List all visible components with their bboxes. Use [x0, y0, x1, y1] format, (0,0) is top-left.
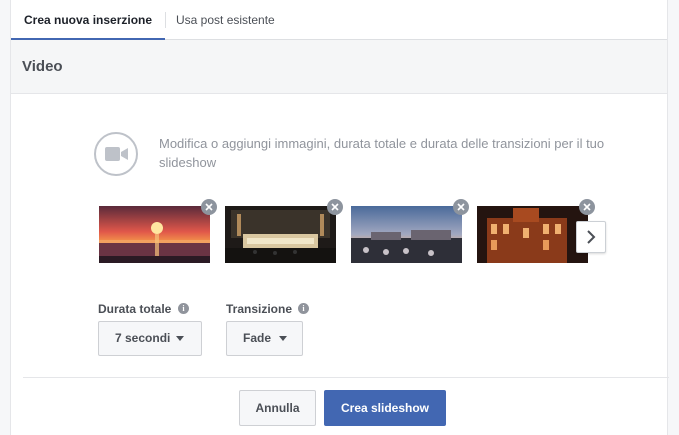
remove-thumbnail-1-button[interactable] [201, 199, 217, 215]
next-thumbnails-button[interactable] [576, 221, 606, 253]
remove-thumbnail-3-button[interactable] [453, 199, 469, 215]
intro-description: Modifica o aggiungi immagini, durata tot… [159, 136, 605, 170]
thumbnail-concert[interactable] [225, 206, 336, 263]
remove-thumbnail-2-button[interactable] [327, 199, 343, 215]
chevron-right-icon [587, 230, 596, 244]
create-slideshow-button[interactable]: Crea slideshow [324, 390, 446, 426]
transition-label: Transizione [226, 302, 293, 316]
transition-dropdown[interactable]: Fade [226, 321, 303, 356]
transition-value: Fade [243, 331, 272, 345]
duration-dropdown[interactable]: 7 secondi [98, 321, 202, 356]
thumbnail-crowd[interactable] [351, 206, 462, 263]
duration-label: Durata totale [98, 302, 172, 316]
video-camera-icon [94, 132, 138, 176]
section-header: Video [11, 40, 667, 94]
footer-divider [23, 377, 669, 378]
section-title: Video [22, 58, 63, 75]
tab-create-new-ad[interactable]: Crea nuova inserzione [11, 0, 165, 40]
remove-thumbnail-4-button[interactable] [579, 199, 595, 215]
transition-info-icon[interactable]: i [298, 303, 309, 314]
duration-value: 7 secondi [115, 331, 171, 345]
thumbnail-sunset[interactable] [99, 206, 210, 263]
tab-use-existing-post[interactable]: Usa post esistente [176, 0, 275, 40]
caret-down-icon [279, 336, 287, 341]
caret-down-icon [176, 336, 184, 341]
tab-separator [165, 12, 166, 28]
slideshow-panel: Crea nuova inserzione Usa post esistente… [10, 0, 669, 435]
duration-info-icon[interactable]: i [178, 303, 189, 314]
thumbnail-building[interactable] [477, 206, 588, 263]
tab-bar: Crea nuova inserzione Usa post esistente [11, 0, 667, 40]
cancel-button[interactable]: Annulla [239, 390, 316, 426]
